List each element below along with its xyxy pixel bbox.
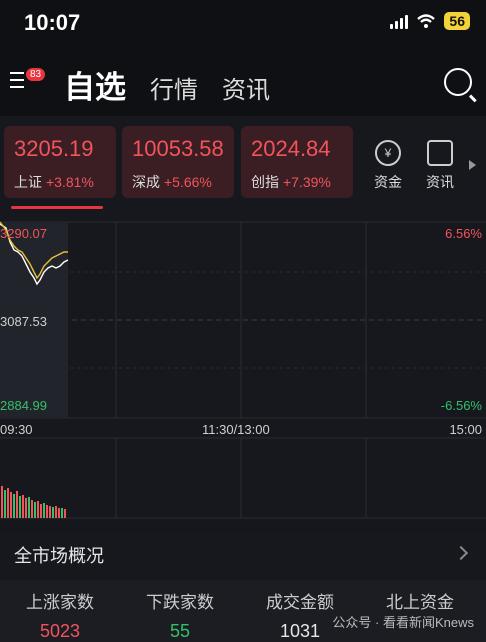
battery-icon: 56 bbox=[444, 12, 470, 30]
metric-decliners[interactable]: 下跌家数 55 bbox=[120, 588, 240, 642]
status-time: 10:07 bbox=[24, 10, 81, 35]
document-icon bbox=[427, 140, 453, 166]
pct-high-label: 6.56% bbox=[445, 226, 482, 241]
tab-news[interactable]: 资讯 bbox=[222, 70, 270, 105]
selected-indicator bbox=[11, 206, 103, 209]
status-bar: 10:07 56 bbox=[0, 0, 486, 46]
index-card-shanghai[interactable]: 3205.19 上证 +3.81% bbox=[4, 126, 116, 198]
price-low-label: 2884.99 bbox=[0, 398, 47, 413]
volume-bars bbox=[1, 486, 66, 518]
overview-metrics: 上涨家数 5023 下跌家数 55 成交金额 1031 北上资金 bbox=[0, 580, 486, 642]
price-high-label: 3290.07 bbox=[0, 226, 47, 241]
index-value: 2024.84 bbox=[251, 136, 331, 161]
top-nav: 83 自选 行情 资讯 bbox=[0, 46, 486, 116]
time-start-label: 09:30 bbox=[0, 422, 33, 437]
wifi-icon bbox=[417, 14, 436, 28]
quick-action-funds[interactable]: ¥ 资金 bbox=[370, 140, 406, 192]
overview-title: 全市场概况 bbox=[14, 546, 104, 566]
index-card-shenzhen[interactable]: 10053.58 深成 +5.66% bbox=[122, 126, 234, 198]
search-icon[interactable] bbox=[444, 68, 472, 96]
time-end-label: 15:00 bbox=[449, 422, 482, 437]
price-base-label: 3087.53 bbox=[0, 314, 47, 329]
scroll-right-icon[interactable] bbox=[469, 160, 476, 170]
index-value: 10053.58 bbox=[132, 136, 224, 161]
signal-icon bbox=[390, 13, 409, 29]
index-label: 上证 +3.81% bbox=[14, 174, 94, 190]
watermark: 公众号 · 看看新闻Knews bbox=[332, 615, 474, 630]
notification-badge: 83 bbox=[26, 68, 46, 81]
chevron-right-icon[interactable] bbox=[453, 545, 469, 561]
intraday-chart[interactable]: 3290.07 3087.53 2884.99 6.56% -6.56% 09:… bbox=[0, 220, 486, 520]
index-card-chinext[interactable]: 2024.84 创指 +7.39% bbox=[241, 126, 353, 198]
tab-market[interactable]: 行情 bbox=[150, 70, 198, 105]
index-value: 3205.19 bbox=[14, 136, 94, 161]
metric-advancers[interactable]: 上涨家数 5023 bbox=[0, 588, 120, 642]
time-mid-label: 11:30/13:00 bbox=[202, 422, 270, 437]
tab-watchlist[interactable]: 自选 bbox=[64, 62, 126, 107]
quick-action-news[interactable]: 资讯 bbox=[422, 140, 458, 192]
index-strip: 3205.19 上证 +3.81% 10053.58 深成 +5.66% 2024.… bbox=[0, 116, 486, 220]
index-label: 创指 +7.39% bbox=[251, 174, 331, 190]
index-label: 深成 +5.66% bbox=[132, 174, 212, 190]
status-icons: 56 bbox=[390, 12, 470, 30]
yuan-icon: ¥ bbox=[375, 140, 401, 166]
pct-low-label: -6.56% bbox=[440, 398, 482, 413]
chart-canvas bbox=[0, 221, 486, 519]
